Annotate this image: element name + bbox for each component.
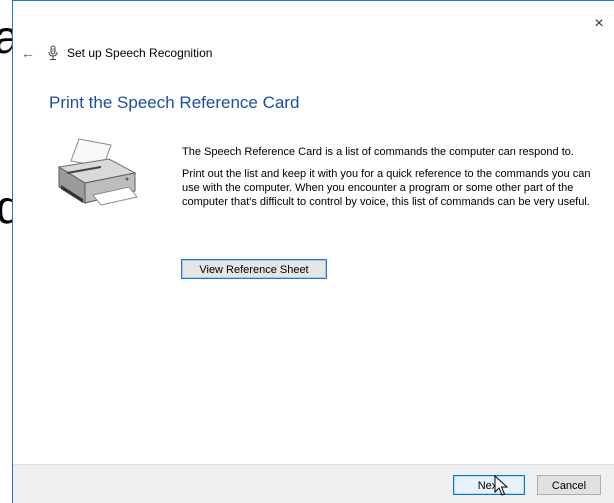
dialog-footer: Next Cancel xyxy=(13,464,614,503)
description-paragraph: Print out the list and keep it with you … xyxy=(182,168,591,208)
back-arrow-icon[interactable]: ← xyxy=(21,45,37,61)
cancel-button[interactable]: Cancel xyxy=(537,475,601,495)
description-block: The Speech Reference Card is a list of c… xyxy=(182,145,602,217)
next-button[interactable]: Next xyxy=(453,475,525,495)
printer-icon xyxy=(57,138,138,206)
description-paragraph: The Speech Reference Card is a list of c… xyxy=(182,146,574,158)
microphone-icon xyxy=(48,45,58,60)
view-reference-sheet-button[interactable]: View Reference Sheet xyxy=(181,259,327,279)
speech-setup-dialog: × ← Set up Speech Recognition Print the … xyxy=(12,0,614,503)
screen: a d × ← Set up Speech Recognition Print … xyxy=(0,0,614,503)
page-heading: Print the Speech Reference Card xyxy=(49,93,300,112)
dialog-title: Set up Speech Recognition xyxy=(67,46,213,60)
close-icon[interactable]: × xyxy=(590,15,608,33)
dialog-titlebar: ← Set up Speech Recognition xyxy=(21,43,212,63)
